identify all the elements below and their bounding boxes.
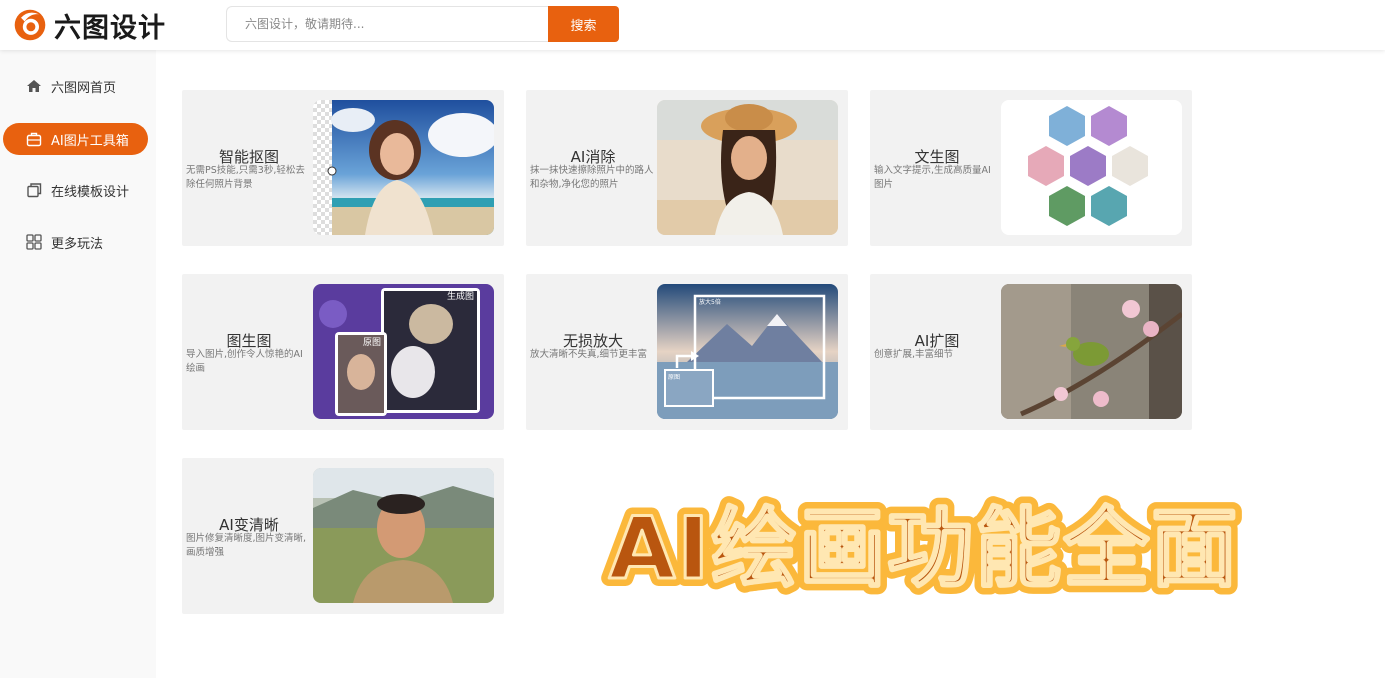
card-description: 抹一抹快速擦除照片中的路人和杂物,净化您的照片 xyxy=(530,165,654,190)
sidebar-item-home[interactable]: 六图网首页 xyxy=(3,70,148,102)
promo-slogan: AI绘画功能全面 AI绘画功能全面 xyxy=(601,491,1246,607)
zoomed-image-label: 放大5倍 xyxy=(699,299,721,306)
original-image-label: 原图 xyxy=(363,338,382,348)
card-description: 输入文字提示,生成高质量AI图片 xyxy=(874,165,991,190)
generated-image-label: 生成图 xyxy=(447,292,475,302)
home-icon xyxy=(25,77,43,95)
card-thumbnail: 放大5倍 原图 xyxy=(657,284,838,419)
sidebar-item-ai-toolbox[interactable]: AI图片工具箱 xyxy=(3,123,148,155)
logo-text: 六图设计 xyxy=(54,12,166,44)
card-thumbnail xyxy=(1001,100,1182,235)
promo-slogan-text-fill: AI绘画功能全面 xyxy=(609,499,1240,599)
card-thumbnail xyxy=(657,100,838,235)
top-header: 六图设计 搜索 xyxy=(0,0,1385,50)
sidebar-item-label: 六图网首页 xyxy=(51,80,117,96)
tool-card-enhance[interactable]: AI变清晰 图片修复清晰度,图片变清晰,画质增强 xyxy=(182,458,504,614)
sidebar-item-template[interactable]: 在线模板设计 xyxy=(3,174,148,206)
logo[interactable]: 六图设计 xyxy=(12,5,166,45)
sidebar-item-label: AI图片工具箱 xyxy=(51,133,129,149)
sidebar: 六图网首页 AI图片工具箱 在线模板设计 更多玩法 xyxy=(0,50,156,678)
card-description: 放大清晰不失真,细节更丰富 xyxy=(530,349,648,360)
card-thumbnail xyxy=(313,100,494,235)
card-description: 图片修复清晰度,图片变清晰,画质增强 xyxy=(186,533,307,558)
original-image-label: 原图 xyxy=(668,374,681,381)
card-description: 创意扩展,丰富细节 xyxy=(874,349,954,360)
card-thumbnail: 生成图 原图 xyxy=(313,284,494,419)
tool-card-eraser[interactable]: AI消除 抹一抹快速擦除照片中的路人和杂物,净化您的照片 xyxy=(526,90,848,246)
tool-card-outpaint[interactable]: AI扩图 创意扩展,丰富细节 xyxy=(870,274,1192,430)
tool-card-upscale[interactable]: 无损放大 放大清晰不失真,细节更丰富 放大5倍 原图 xyxy=(526,274,848,430)
sidebar-item-label: 在线模板设计 xyxy=(51,184,130,200)
sidebar-item-more[interactable]: 更多玩法 xyxy=(3,226,148,258)
toolbox-icon xyxy=(25,130,43,148)
grid-icon xyxy=(25,233,43,251)
card-thumbnail xyxy=(1001,284,1182,419)
tool-card-cutout[interactable]: 智能抠图 无需PS技能,只需3秒,轻松去除任何照片背景 xyxy=(182,90,504,246)
search-box: 搜索 xyxy=(226,6,619,42)
card-description: 导入图片,创作令人惊艳的AI绘画 xyxy=(186,349,303,374)
logo-icon xyxy=(14,9,46,41)
tool-card-image-to-image[interactable]: 图生图 导入图片,创作令人惊艳的AI绘画 生成图 原图 xyxy=(182,274,504,430)
sidebar-item-label: 更多玩法 xyxy=(51,236,104,252)
search-button[interactable]: 搜索 xyxy=(548,6,619,42)
template-icon xyxy=(25,181,43,199)
card-thumbnail xyxy=(313,468,494,603)
tool-card-text-to-image[interactable]: 文生图 输入文字提示,生成高质量AI图片 xyxy=(870,90,1192,246)
card-description: 无需PS技能,只需3秒,轻松去除任何照片背景 xyxy=(186,165,305,190)
search-input[interactable] xyxy=(226,6,548,42)
